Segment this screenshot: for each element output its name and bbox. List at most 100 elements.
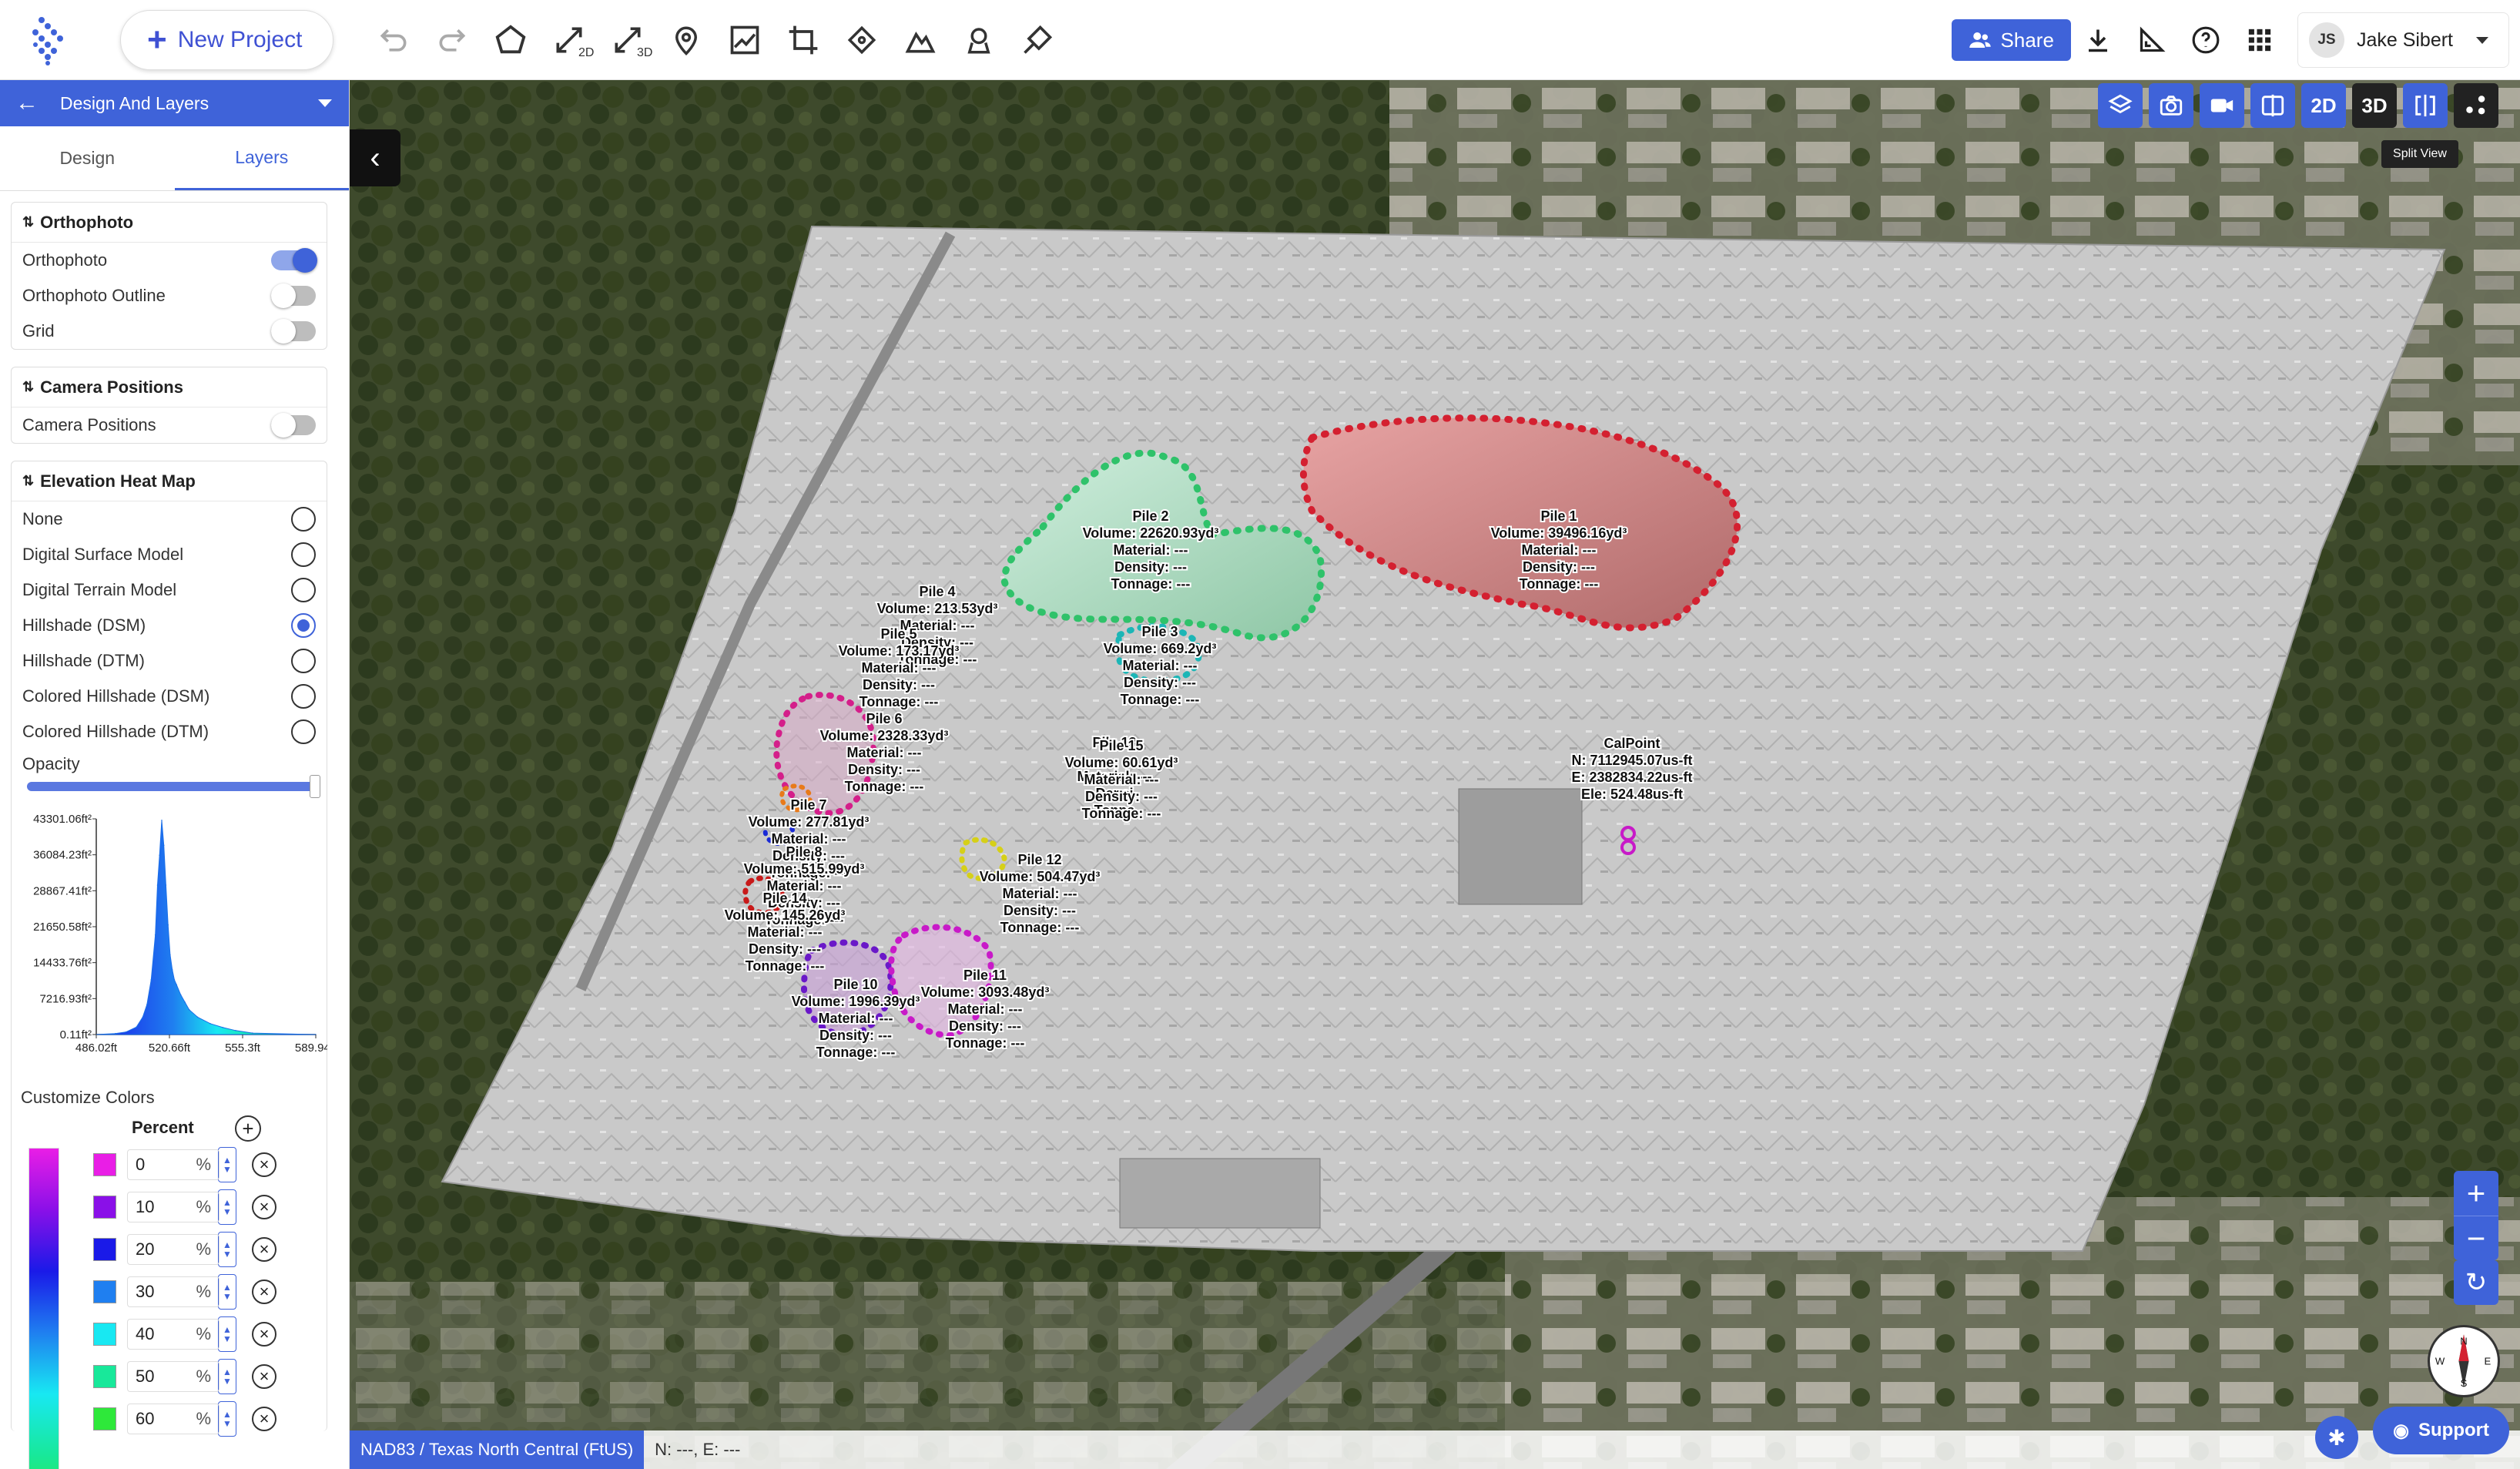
compare-icon[interactable]	[2250, 83, 2295, 128]
radio-button[interactable]	[291, 507, 316, 532]
polygon-tool-icon[interactable]	[481, 11, 540, 69]
percent-stepper[interactable]: ▲ ▼	[218, 1358, 236, 1394]
back-arrow-icon[interactable]: ←	[15, 90, 39, 116]
annotation-icon[interactable]	[1008, 11, 1067, 69]
user-menu[interactable]: JS Jake Sibert	[2297, 12, 2509, 68]
heatmap-option-row[interactable]: Hillshade (DSM)	[12, 608, 327, 643]
accessibility-icon[interactable]: ✱	[2315, 1416, 2358, 1459]
map-canvas[interactable]: Pile 1Volume: 39496.16yd³Material: ---De…	[350, 80, 2520, 1469]
heatmap-option-row[interactable]: None	[12, 501, 327, 537]
rotate-icon[interactable]: ↻	[2454, 1260, 2498, 1305]
radio-button[interactable]	[291, 684, 316, 709]
radio-button[interactable]	[291, 649, 316, 673]
target-icon[interactable]	[833, 11, 891, 69]
volume-icon[interactable]	[891, 11, 950, 69]
help-icon[interactable]	[2179, 13, 2233, 67]
camera-positions-toggle[interactable]	[271, 413, 316, 438]
percent-stepper[interactable]: ▲ ▼	[218, 1146, 236, 1182]
crs-label[interactable]: NAD83 / Texas North Central (FtUS)	[350, 1430, 645, 1469]
remove-color-stop-button[interactable]: ×	[252, 1279, 276, 1304]
remove-color-stop-button[interactable]: ×	[252, 1152, 276, 1177]
heatmap-panel-header[interactable]: ⇅ Elevation Heat Map	[12, 461, 327, 501]
app-logo-icon[interactable]	[25, 12, 80, 68]
split-view-icon[interactable]	[2403, 83, 2448, 128]
view-2d-button[interactable]: 2D	[2301, 83, 2346, 128]
percent-input[interactable]: 30%	[127, 1276, 219, 1307]
support-button[interactable]: ◉ Support	[2373, 1407, 2509, 1454]
view-3d-button[interactable]: 3D	[2352, 83, 2397, 128]
calpoint-label-n: N: 7112945.07us-ft	[1571, 753, 1692, 768]
layers-icon[interactable]	[2098, 83, 2143, 128]
orthophoto-outline-toggle[interactable]	[271, 283, 316, 308]
video-icon[interactable]	[2200, 83, 2244, 128]
percent-input[interactable]: 60%	[127, 1403, 219, 1434]
color-swatch[interactable]	[93, 1364, 116, 1388]
share-button[interactable]: Share	[1951, 19, 2071, 61]
remove-color-stop-button[interactable]: ×	[252, 1236, 276, 1262]
opacity-slider[interactable]	[27, 775, 320, 798]
collapse-icon: ⇅	[22, 379, 35, 394]
compass-icon[interactable]: N S E W	[2428, 1325, 2500, 1397]
percent-stepper[interactable]: ▲ ▼	[218, 1231, 236, 1267]
heatmap-option-row[interactable]: Colored Hillshade (DSM)	[12, 679, 327, 714]
orthophoto-toggle[interactable]	[271, 248, 317, 273]
camera-icon[interactable]	[2149, 83, 2193, 128]
remove-color-stop-button[interactable]: ×	[252, 1194, 276, 1219]
percent-input[interactable]: 50%	[127, 1360, 219, 1392]
undo-icon[interactable]	[364, 11, 423, 69]
redo-icon[interactable]	[423, 11, 481, 69]
ruler-icon[interactable]	[2125, 13, 2179, 67]
radio-button[interactable]	[291, 613, 316, 638]
pile-label-volume: Volume: 173.17yd³	[839, 643, 960, 659]
caret-down-icon[interactable]	[318, 99, 332, 107]
percent-input[interactable]: 10%	[127, 1191, 219, 1222]
percent-value: 60	[136, 1408, 155, 1428]
percent-input[interactable]: 0%	[127, 1149, 219, 1180]
collapse-sidebar-button[interactable]: ‹	[350, 129, 400, 186]
point-cloud-icon[interactable]	[2454, 83, 2498, 128]
radio-button[interactable]	[291, 542, 316, 567]
color-swatch[interactable]	[93, 1407, 116, 1430]
map-viewport[interactable]: Pile 1 Volume: 39496.16yd³ Material: --- De…	[350, 80, 2520, 1469]
camera-panel-header[interactable]: ⇅ Camera Positions	[12, 367, 327, 407]
color-swatch[interactable]	[93, 1152, 116, 1176]
percent-input[interactable]: 20%	[127, 1233, 219, 1265]
download-icon[interactable]	[2071, 13, 2125, 67]
remove-color-stop-button[interactable]: ×	[252, 1321, 276, 1347]
percent-stepper[interactable]: ▲ ▼	[218, 1400, 236, 1437]
new-project-button[interactable]: + New Project	[120, 9, 334, 70]
zoom-out-button[interactable]: −	[2454, 1216, 2498, 1260]
elevation-profile-icon[interactable]	[715, 11, 774, 69]
heatmap-option-row[interactable]: Digital Surface Model	[12, 537, 327, 572]
color-swatch[interactable]	[93, 1195, 116, 1219]
zoom-in-button[interactable]: +	[2454, 1171, 2498, 1216]
heatmap-option-row[interactable]: Hillshade (DTM)	[12, 643, 327, 679]
heatmap-option-row[interactable]: Colored Hillshade (DTM)	[12, 714, 327, 750]
grid-toggle[interactable]	[271, 319, 316, 344]
color-swatch[interactable]	[93, 1237, 116, 1261]
color-swatch[interactable]	[93, 1322, 116, 1346]
distance-3d-icon[interactable]: 3D	[598, 11, 657, 69]
add-color-stop-button[interactable]: +	[235, 1115, 261, 1142]
percent-input[interactable]: 40%	[127, 1318, 219, 1350]
radio-button[interactable]	[291, 719, 316, 744]
sidebar-header[interactable]: ← Design And Layers	[0, 80, 349, 126]
tab-layers[interactable]: Layers	[174, 126, 349, 190]
apps-grid-icon[interactable]	[2233, 13, 2287, 67]
percent-stepper[interactable]: ▲ ▼	[218, 1189, 236, 1225]
remove-color-stop-button[interactable]: ×	[252, 1406, 276, 1431]
percent-stepper[interactable]: ▲ ▼	[218, 1316, 236, 1352]
distance-2d-icon[interactable]: 2D	[540, 11, 598, 69]
percent-stepper[interactable]: ▲ ▼	[218, 1273, 236, 1310]
radio-button[interactable]	[291, 578, 316, 602]
remove-color-stop-button[interactable]: ×	[252, 1363, 276, 1389]
customize-colors-label: Customize Colors	[21, 1088, 155, 1107]
location-pin-icon[interactable]	[657, 11, 715, 69]
crop-icon[interactable]	[774, 11, 833, 69]
orthophoto-panel-header[interactable]: ⇅ Orthophoto	[12, 203, 327, 243]
tab-design[interactable]: Design	[0, 126, 175, 190]
calpoint-label-ele: Ele: 524.48us-ft	[1581, 786, 1683, 802]
heatmap-option-row[interactable]: Digital Terrain Model	[12, 572, 327, 608]
inspection-icon[interactable]	[950, 11, 1008, 69]
color-swatch[interactable]	[93, 1280, 116, 1303]
